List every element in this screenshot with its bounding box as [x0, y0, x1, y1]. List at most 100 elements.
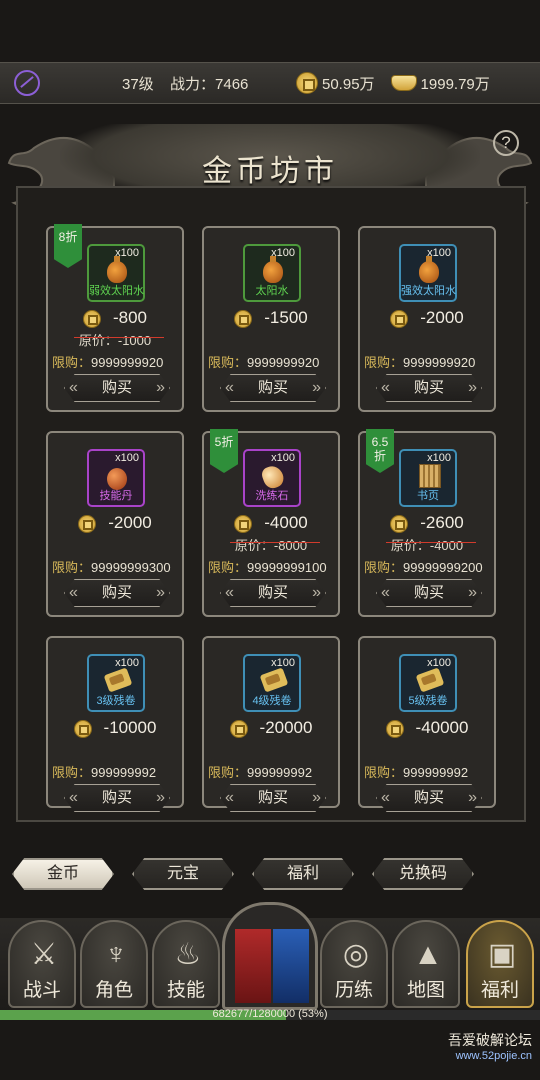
item-quantity: x100: [427, 452, 451, 464]
nav-label: 地图: [406, 979, 445, 1001]
watermark-line2: www.52pojie.cn: [455, 1050, 532, 1062]
item-icon-box[interactable]: x100 5级残卷: [399, 654, 457, 712]
buy-button[interactable]: 购买: [64, 579, 170, 607]
avatar-icon[interactable]: [14, 70, 40, 96]
item-icon: [263, 256, 283, 283]
item-quantity: x100: [115, 452, 139, 464]
ingot-balance[interactable]: 1999.79万: [390, 73, 490, 94]
item-name: 强效太阳水: [401, 285, 456, 297]
nav-item-0[interactable]: ⚔ 战斗: [8, 920, 76, 1008]
buy-button[interactable]: 购买: [220, 374, 326, 402]
watermark: 吾爱破解论坛 www.52pojie.cn: [372, 1030, 532, 1076]
nav-item-4[interactable]: ▲ 地图: [392, 920, 460, 1008]
buy-button[interactable]: 购买: [376, 374, 482, 402]
discount-badge: 6.5 折: [366, 429, 394, 473]
nav-item-3[interactable]: ◎ 历练: [320, 920, 388, 1008]
nav-item-1[interactable]: ♆ 角色: [80, 920, 148, 1008]
portal-red-door: [235, 929, 271, 1003]
item-price: -2000: [360, 308, 494, 328]
strikethrough: [74, 337, 164, 338]
original-price: 原价：-8000: [204, 535, 338, 554]
status-bar: 37级 战力：7466 50.95万 1999.79万: [0, 62, 540, 104]
nav-label: 福利: [480, 979, 519, 1001]
nav-label: 历练: [334, 979, 373, 1001]
item-name: 3级残卷: [96, 695, 136, 707]
item-name: 弱效太阳水: [89, 285, 144, 297]
buy-button[interactable]: 购买: [64, 784, 170, 812]
item-icon-box[interactable]: x100 书页: [399, 449, 457, 507]
helmet-icon: ♆: [104, 938, 128, 971]
shop-item-card: x100 太阳水 -1500 限购：9999999920 购买: [202, 226, 340, 412]
item-quantity: x100: [271, 247, 295, 259]
item-icon-box[interactable]: x100 洗练石: [243, 449, 301, 507]
shop-item-card: x100 技能丹 -2000 限购：99999999300 购买: [46, 431, 184, 617]
shop-item-card: x100 弱效太阳水 -800 原价：-1000 限购：9999999920 购买 8折: [46, 224, 184, 412]
discount-badge: 5折: [210, 429, 238, 473]
shop-item-card: x100 4级残卷 -20000 限购：999999992 购买: [202, 636, 340, 812]
shop-item-card: x100 5级残卷 -40000 限购：999999992 购买: [358, 636, 496, 812]
coin-icon: [234, 309, 253, 328]
item-name: 太阳水: [255, 285, 289, 297]
buy-button[interactable]: 购买: [64, 374, 170, 402]
tab-1[interactable]: 元宝: [132, 858, 234, 890]
coin-icon: [78, 514, 97, 533]
watermark-line1: 吾爱破解论坛: [448, 1032, 532, 1048]
coin-icon: [234, 514, 253, 533]
coin-icon: [73, 719, 92, 738]
coin-icon: [390, 514, 409, 533]
item-icon-box[interactable]: x100 3级残卷: [87, 654, 145, 712]
item-price: -20000: [204, 718, 338, 738]
portal-blue-door: [273, 929, 309, 1003]
item-quantity: x100: [271, 452, 295, 464]
combat-power: 战力：7466: [170, 75, 249, 93]
nav-item-2[interactable]: ♨ 技能: [152, 920, 220, 1008]
buy-button[interactable]: 购买: [220, 784, 326, 812]
nav-item-5[interactable]: ▣ 福利: [466, 920, 534, 1008]
spiral-icon: ◎: [342, 938, 370, 971]
item-quantity: x100: [427, 657, 451, 669]
buy-button[interactable]: 购买: [376, 784, 482, 812]
item-icon: [419, 256, 439, 283]
tab-0[interactable]: 金币: [12, 858, 114, 890]
purchase-limit: 限购：999999992: [208, 765, 313, 780]
item-price: -10000: [48, 718, 182, 738]
buy-button[interactable]: 购买: [220, 579, 326, 607]
item-price: -1500: [204, 308, 338, 328]
tab-2[interactable]: 福利: [252, 858, 354, 890]
item-icon-box[interactable]: x100 技能丹: [87, 449, 145, 507]
item-price: -2600: [360, 513, 494, 533]
item-name: 4级残卷: [252, 695, 292, 707]
purchase-limit: 限购：999999992: [364, 765, 469, 780]
item-icon: [419, 464, 441, 488]
purchase-limit: 限购：99999999100: [208, 560, 327, 575]
help-button[interactable]: ?: [493, 130, 519, 156]
coin-icon: [296, 72, 318, 94]
nav-label: 角色: [94, 979, 133, 1001]
item-price: -800: [48, 308, 182, 328]
coin-icon: [390, 309, 409, 328]
item-icon: [107, 256, 127, 283]
flame-icon: ♨: [174, 938, 202, 971]
portal-button[interactable]: [222, 902, 318, 1010]
item-icon-box[interactable]: x100 强效太阳水: [399, 244, 457, 302]
item-icon-box[interactable]: x100 太阳水: [243, 244, 301, 302]
item-name: 技能丹: [99, 490, 133, 502]
discount-badge: 8折: [54, 224, 82, 268]
item-price: -40000: [360, 718, 494, 738]
purchase-limit: 限购：9999999920: [52, 355, 164, 370]
buy-button[interactable]: 购买: [376, 579, 482, 607]
item-icon-box[interactable]: x100 弱效太阳水: [87, 244, 145, 302]
item-icon-box[interactable]: x100 4级残卷: [243, 654, 301, 712]
page-title: 金币坊市: [202, 154, 338, 189]
coin-icon: [229, 719, 248, 738]
item-name: 书页: [417, 490, 439, 502]
exp-text: 682677/1280000 (53%): [212, 1008, 328, 1020]
purchase-limit: 限购：999999992: [52, 765, 157, 780]
tab-3[interactable]: 兑换码: [372, 858, 474, 890]
item-icon: [415, 667, 445, 693]
gold-balance[interactable]: 50.95万: [296, 72, 375, 94]
item-quantity: x100: [115, 247, 139, 259]
shop-item-card: x100 书页 -2600 原价：-4000 限购：99999999200 购买 6.5 折: [358, 429, 496, 617]
coin-icon: [385, 719, 404, 738]
original-price: 原价：-4000: [360, 535, 494, 554]
